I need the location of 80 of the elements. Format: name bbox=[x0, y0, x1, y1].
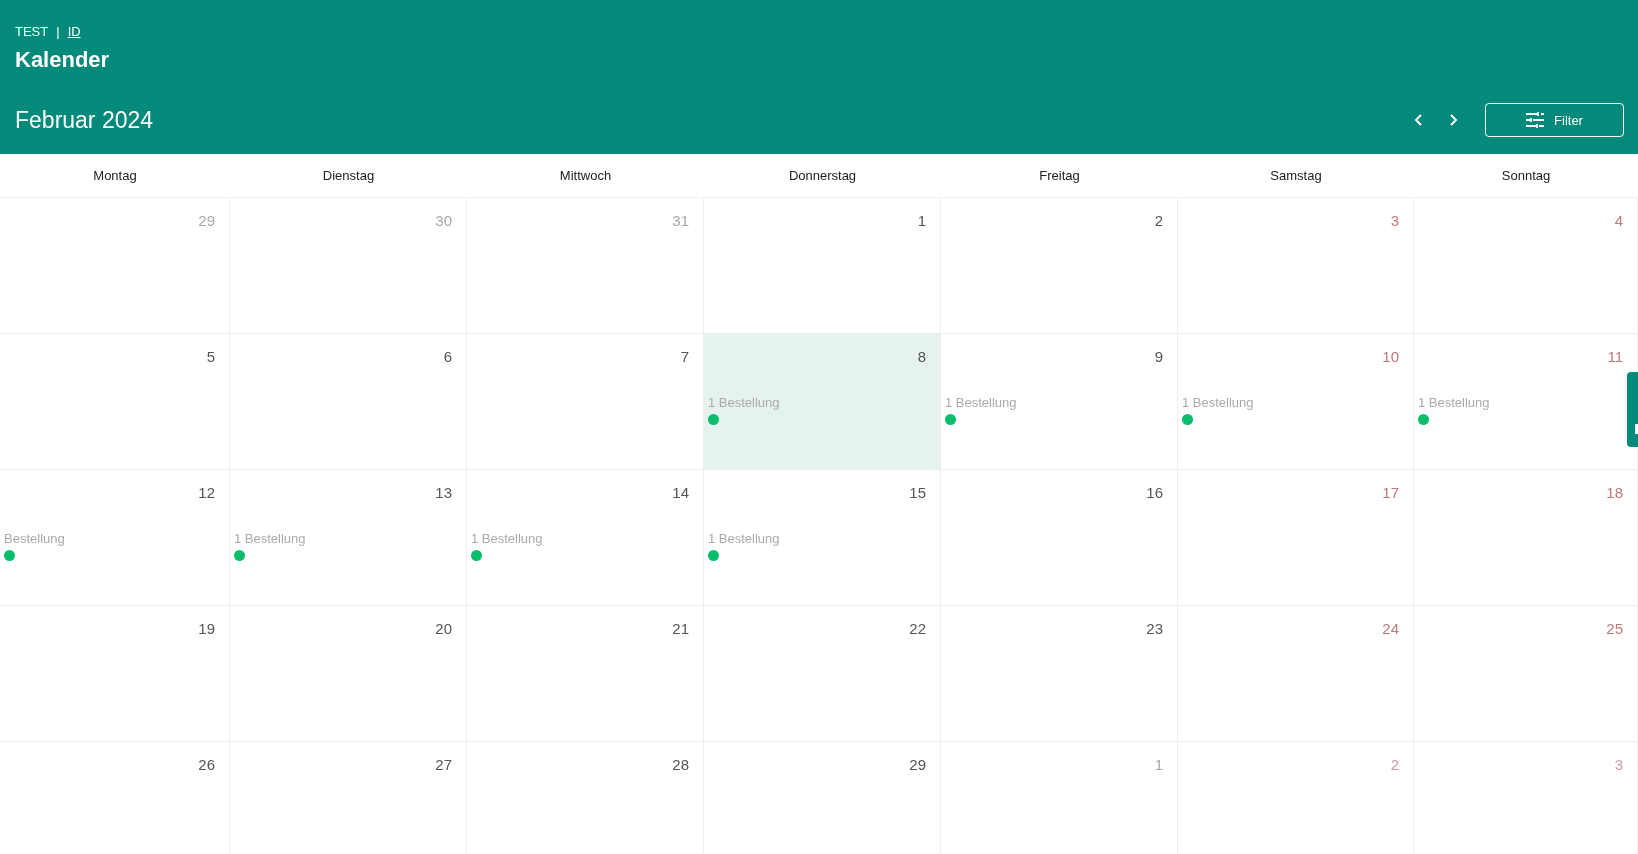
day-number: 5 bbox=[206, 348, 215, 365]
day-cell[interactable]: 13 1 Bestellung bbox=[230, 470, 467, 606]
weekday-header: Samstag bbox=[1178, 154, 1414, 198]
day-number: 20 bbox=[435, 620, 452, 637]
chevron-right-icon[interactable] bbox=[1447, 113, 1459, 127]
day-cell[interactable]: 15 1 Bestellung bbox=[704, 470, 941, 606]
day-number: 16 bbox=[1146, 484, 1163, 501]
day-number: 29 bbox=[198, 212, 215, 229]
day-cell[interactable]: 14 1 Bestellung bbox=[467, 470, 704, 606]
event-label: 1 Bestellung bbox=[1418, 395, 1490, 410]
day-number: 24 bbox=[1382, 620, 1399, 637]
event-label: Bestellung bbox=[4, 531, 65, 546]
weekday-header: Montag bbox=[0, 154, 230, 198]
side-tab[interactable] bbox=[1627, 372, 1638, 447]
event-label: 1 Bestellung bbox=[234, 531, 306, 546]
weekday-header: Freitag bbox=[941, 154, 1178, 198]
day-number: 29 bbox=[909, 756, 926, 773]
day-number: 30 bbox=[435, 212, 452, 229]
sliders-icon bbox=[1526, 112, 1545, 128]
day-cell[interactable]: 3 bbox=[1178, 198, 1414, 334]
weekday-header: Donnerstag bbox=[704, 154, 941, 198]
event-label: 1 Bestellung bbox=[708, 531, 780, 546]
day-number: 19 bbox=[198, 620, 215, 637]
day-number: 7 bbox=[680, 348, 689, 365]
day-cell[interactable]: 27 bbox=[230, 742, 467, 854]
day-cell[interactable]: 8 1 Bestellung bbox=[704, 334, 941, 470]
day-number: 17 bbox=[1382, 484, 1399, 501]
day-number: 28 bbox=[672, 756, 689, 773]
day-number: 13 bbox=[435, 484, 452, 501]
day-number: 22 bbox=[909, 620, 926, 637]
day-number: 1 bbox=[917, 212, 926, 229]
breadcrumb-item: TEST bbox=[15, 24, 49, 39]
weekday-header: Mittwoch bbox=[467, 154, 704, 198]
day-number: 11 bbox=[1607, 348, 1623, 365]
day-cell[interactable]: 5 bbox=[0, 334, 230, 470]
day-number: 25 bbox=[1606, 620, 1623, 637]
day-cell[interactable]: 16 bbox=[941, 470, 1178, 606]
day-number: 23 bbox=[1146, 620, 1163, 637]
day-cell[interactable]: 22 bbox=[704, 606, 941, 742]
day-number: 2 bbox=[1390, 756, 1399, 773]
day-cell[interactable]: 19 bbox=[0, 606, 230, 742]
day-number: 18 bbox=[1606, 484, 1623, 501]
day-number: 2 bbox=[1154, 212, 1163, 229]
month-title: Februar 2024 bbox=[15, 106, 154, 134]
day-number: 15 bbox=[909, 484, 926, 501]
day-cell[interactable]: 28 bbox=[467, 742, 704, 854]
filter-button[interactable]: Filter bbox=[1485, 103, 1624, 137]
day-cell[interactable]: 21 bbox=[467, 606, 704, 742]
day-number: 4 bbox=[1614, 212, 1623, 229]
breadcrumb-link[interactable]: ID bbox=[67, 24, 81, 39]
day-number: 3 bbox=[1390, 212, 1399, 229]
day-cell[interactable]: 2 bbox=[941, 198, 1178, 334]
event-label: 1 Bestellung bbox=[1182, 395, 1254, 410]
day-number: 26 bbox=[198, 756, 215, 773]
page-title: Kalender bbox=[15, 47, 111, 73]
day-number: 14 bbox=[672, 484, 689, 501]
day-number: 12 bbox=[198, 484, 215, 501]
day-number: 31 bbox=[672, 212, 689, 229]
weekday-header: Dienstag bbox=[230, 154, 467, 198]
day-number: 27 bbox=[435, 756, 452, 773]
day-cell[interactable]: 29 bbox=[704, 742, 941, 854]
day-cell[interactable]: 6 bbox=[230, 334, 467, 470]
day-cell[interactable]: 12 Bestellung bbox=[0, 470, 230, 606]
day-cell[interactable]: 9 1 Bestellung bbox=[941, 334, 1178, 470]
day-cell[interactable]: 26 bbox=[0, 742, 230, 854]
day-cell[interactable]: 23 bbox=[941, 606, 1178, 742]
chevron-left-icon[interactable] bbox=[1413, 113, 1425, 127]
day-number: 9 bbox=[1154, 348, 1163, 365]
breadcrumb-separator: | bbox=[56, 24, 60, 39]
day-number: 1 bbox=[1154, 756, 1163, 773]
day-number: 10 bbox=[1382, 348, 1399, 365]
event-label: 1 Bestellung bbox=[708, 395, 780, 410]
day-number: 8 bbox=[917, 348, 926, 365]
day-number: 21 bbox=[672, 620, 689, 637]
day-number: 3 bbox=[1614, 756, 1623, 773]
event-label: 1 Bestellung bbox=[945, 395, 1017, 410]
day-cell[interactable]: 20 bbox=[230, 606, 467, 742]
event-label: 1 Bestellung bbox=[471, 531, 543, 546]
weekday-header: Sonntag bbox=[1414, 154, 1638, 198]
day-number: 6 bbox=[443, 348, 452, 365]
